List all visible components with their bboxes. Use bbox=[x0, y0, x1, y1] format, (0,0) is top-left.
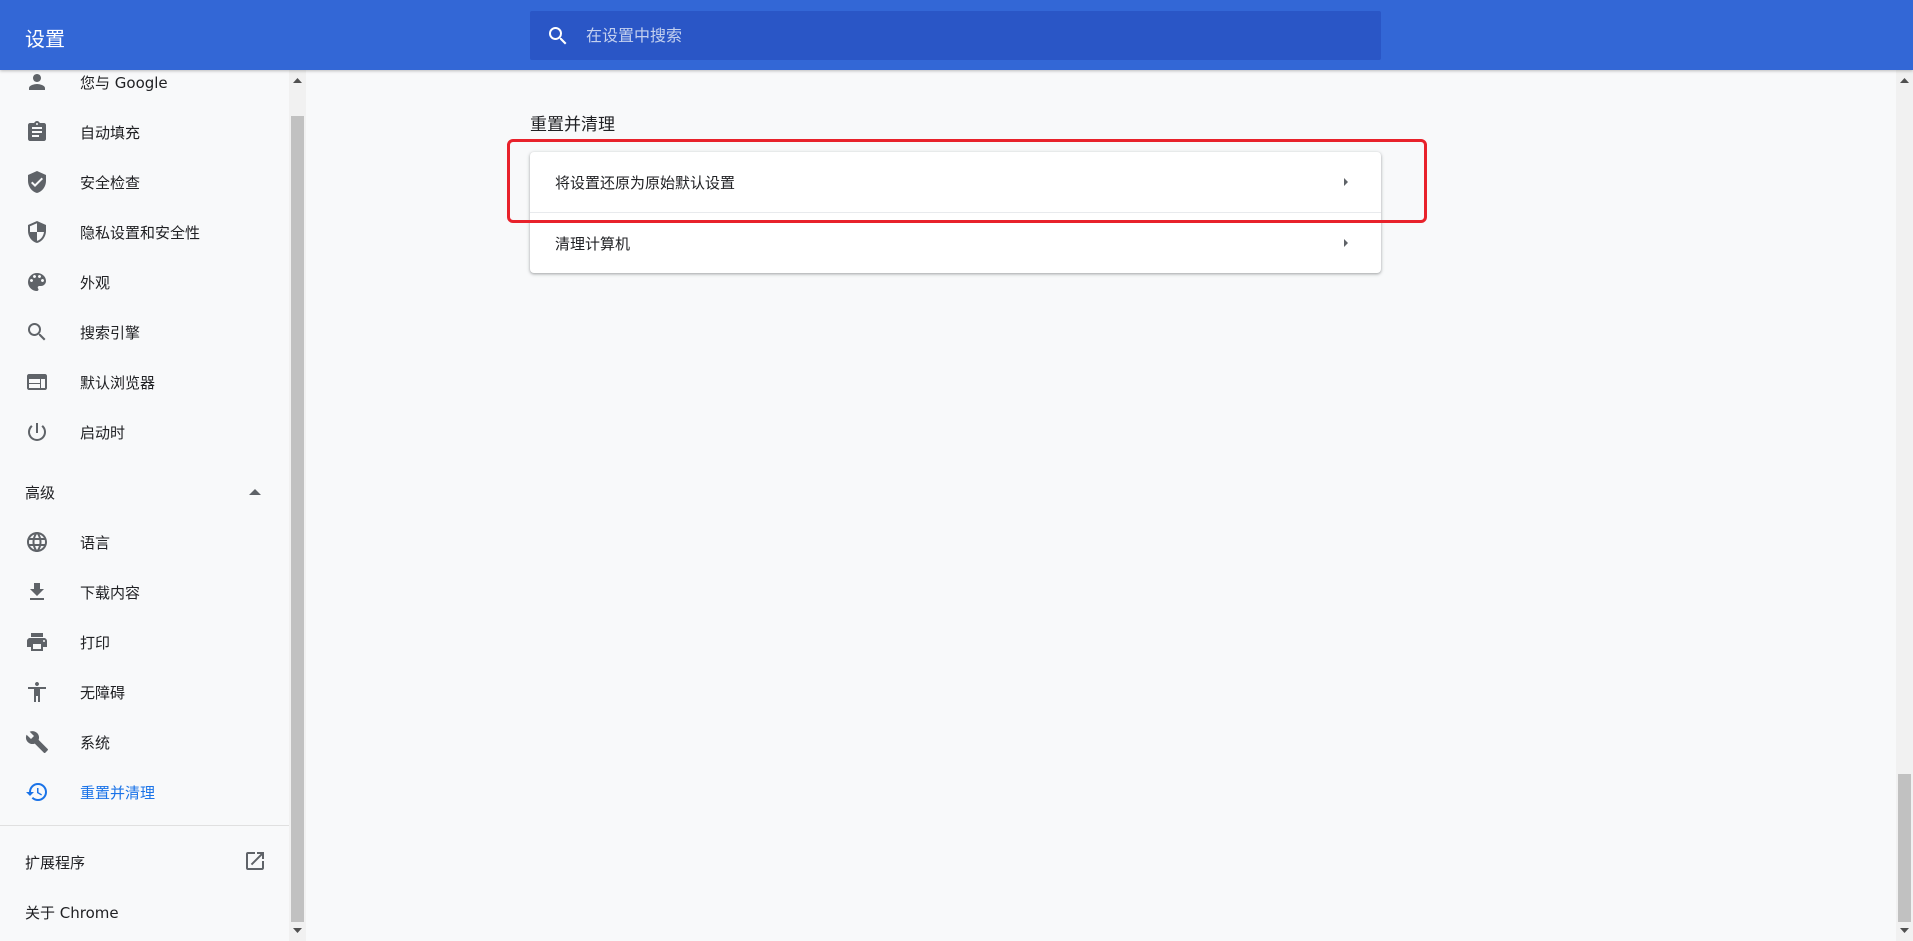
sidebar-item-label: 系统 bbox=[80, 733, 111, 752]
sidebar-item-autofill[interactable]: 自动填充 bbox=[0, 107, 289, 157]
page-title: 设置 bbox=[25, 27, 65, 51]
sidebar-item-label: 打印 bbox=[80, 633, 111, 652]
scroll-down-arrow-icon[interactable] bbox=[289, 922, 306, 939]
main-scrollbar-thumb[interactable] bbox=[1898, 774, 1911, 922]
arrow-right-icon bbox=[1344, 239, 1348, 247]
sidebar-item-you-and-google[interactable]: 您与 Google bbox=[0, 70, 289, 107]
search-input[interactable] bbox=[586, 11, 1366, 60]
sidebar-item-downloads[interactable]: 下载内容 bbox=[0, 567, 289, 617]
sidebar-item-privacy[interactable]: 隐私设置和安全性 bbox=[0, 207, 289, 257]
sidebar-item-on-startup[interactable]: 启动时 bbox=[0, 407, 289, 457]
sidebar-item-reset-and-clean-up[interactable]: 重置并清理 bbox=[0, 767, 289, 817]
section-title: 重置并清理 bbox=[530, 115, 615, 135]
scroll-down-arrow-icon[interactable] bbox=[1896, 922, 1913, 939]
printer-icon bbox=[25, 630, 49, 654]
sidebar-item-default-browser[interactable]: 默认浏览器 bbox=[0, 357, 289, 407]
advanced-section-label: 高级 bbox=[25, 484, 56, 502]
sidebar-item-label: 启动时 bbox=[80, 423, 126, 442]
wrench-icon bbox=[25, 730, 49, 754]
shield-half-icon bbox=[25, 220, 49, 244]
browser-window-icon bbox=[25, 370, 49, 394]
sidebar-item-label: 无障碍 bbox=[80, 683, 126, 702]
sidebar-item-label: 语言 bbox=[80, 533, 111, 552]
open-in-new-icon bbox=[246, 852, 264, 870]
sidebar-scrollbar-thumb[interactable] bbox=[291, 116, 304, 922]
sidebar-item-safety-check[interactable]: 安全检查 bbox=[0, 157, 289, 207]
sidebar-item-label: 重置并清理 bbox=[80, 783, 156, 802]
sidebar-item-system[interactable]: 系统 bbox=[0, 717, 289, 767]
sidebar-item-label: 关于 Chrome bbox=[25, 904, 119, 922]
sidebar-item-label: 搜索引擎 bbox=[80, 323, 141, 342]
main-scrollbar[interactable] bbox=[1896, 70, 1913, 941]
sidebar-item-accessibility[interactable]: 无障碍 bbox=[0, 667, 289, 717]
sidebar-item-printing[interactable]: 打印 bbox=[0, 617, 289, 667]
sidebar-item-label: 自动填充 bbox=[80, 123, 141, 142]
scroll-up-arrow-icon[interactable] bbox=[1896, 72, 1913, 89]
sidebar-item-search-engine[interactable]: 搜索引擎 bbox=[0, 307, 289, 357]
search-box[interactable] bbox=[530, 11, 1381, 60]
sidebar-item-label: 下载内容 bbox=[80, 583, 141, 602]
chevron-up-icon bbox=[249, 489, 261, 495]
sidebar-item-label: 扩展程序 bbox=[25, 854, 86, 872]
sidebar-item-about-chrome[interactable]: 关于 Chrome bbox=[0, 887, 289, 937]
top-bar: 设置 bbox=[0, 0, 1913, 70]
shield-check-icon bbox=[25, 170, 49, 194]
search-icon bbox=[25, 320, 49, 344]
sidebar-item-label: 安全检查 bbox=[80, 173, 141, 192]
power-icon bbox=[25, 420, 49, 444]
person-icon bbox=[25, 70, 49, 94]
sidebar-scrollbar[interactable] bbox=[289, 70, 306, 941]
restore-defaults-row[interactable]: 将设置还原为原始默认设置 bbox=[530, 152, 1381, 212]
sidebar-item-appearance[interactable]: 外观 bbox=[0, 257, 289, 307]
row-label: 将设置还原为原始默认设置 bbox=[555, 174, 736, 192]
advanced-collapse-toggle[interactable] bbox=[245, 482, 265, 502]
history-icon bbox=[25, 780, 49, 804]
reset-card: 将设置还原为原始默认设置 清理计算机 bbox=[530, 152, 1381, 273]
sidebar-item-label: 默认浏览器 bbox=[80, 373, 156, 392]
arrow-right-icon bbox=[1344, 178, 1348, 186]
search-icon bbox=[549, 27, 567, 45]
globe-icon bbox=[25, 530, 49, 554]
sidebar-item-label: 您与 Google bbox=[80, 73, 168, 92]
download-icon bbox=[25, 580, 49, 604]
sidebar-item-languages[interactable]: 语言 bbox=[0, 517, 289, 567]
sidebar-divider bbox=[0, 825, 289, 826]
accessibility-icon bbox=[25, 680, 49, 704]
clean-up-computer-row[interactable]: 清理计算机 bbox=[530, 212, 1381, 272]
sidebar-item-label: 外观 bbox=[80, 273, 111, 292]
scroll-up-arrow-icon[interactable] bbox=[289, 72, 306, 89]
sidebar: 您与 Google 自动填充 安全检查 隐私设置和安全性 外观 搜索引擎 默认浏… bbox=[0, 70, 289, 941]
main-content: 重置并清理 将设置还原为原始默认设置 清理计算机 bbox=[306, 70, 1896, 941]
palette-icon bbox=[25, 270, 49, 294]
row-label: 清理计算机 bbox=[555, 235, 631, 253]
sidebar-item-extensions[interactable]: 扩展程序 bbox=[0, 837, 289, 887]
clipboard-icon bbox=[25, 120, 49, 144]
sidebar-item-label: 隐私设置和安全性 bbox=[80, 223, 201, 242]
